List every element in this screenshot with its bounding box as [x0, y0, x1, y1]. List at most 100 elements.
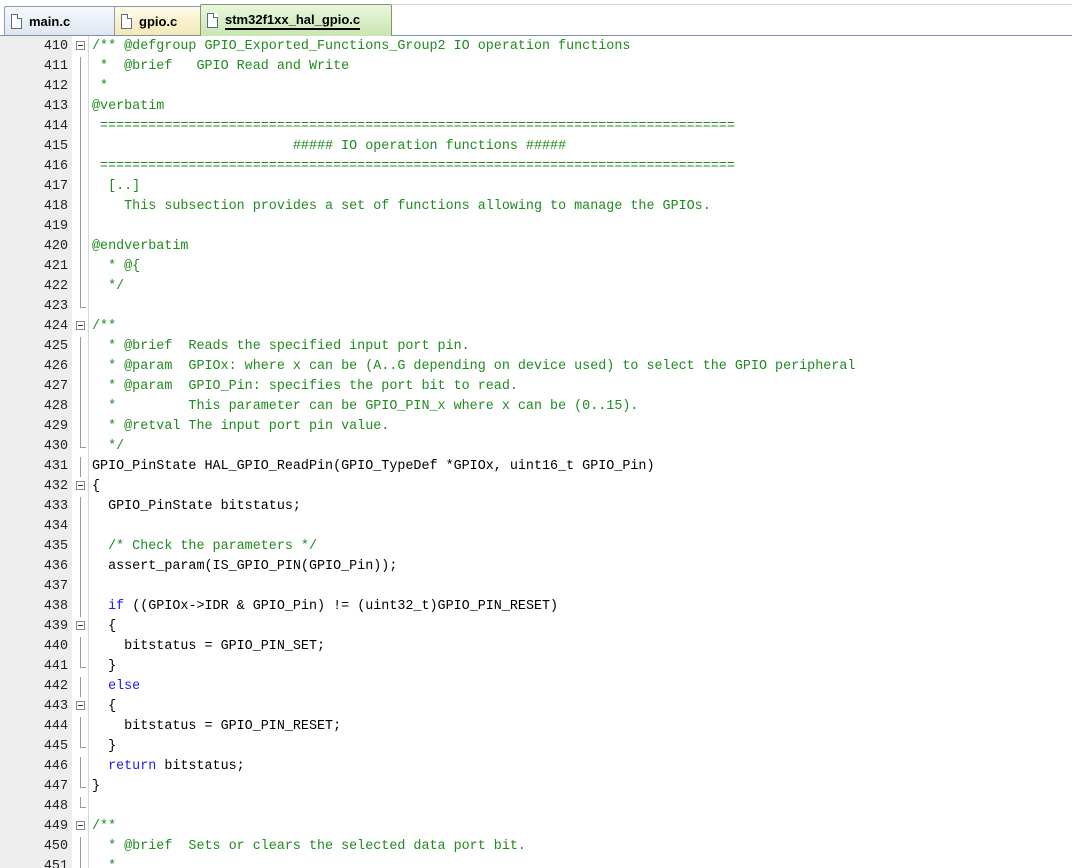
code-line[interactable]: 429 * @retval The input port pin value. — [0, 417, 1072, 437]
code-line[interactable]: 438 if ((GPIOx->IDR & GPIO_Pin) != (uint… — [0, 597, 1072, 617]
line-number: 420 — [43, 239, 68, 254]
code-text: * — [92, 79, 109, 94]
code-line[interactable]: 442 else — [0, 677, 1072, 697]
fold-toggle-icon[interactable] — [76, 821, 85, 830]
fold-guide — [80, 777, 81, 787]
code-line[interactable]: 426 * @param GPIOx: where x can be (A..G… — [0, 357, 1072, 377]
code-line[interactable]: 414 ====================================… — [0, 117, 1072, 137]
code-line[interactable]: 451 * — [0, 857, 1072, 868]
code-line[interactable]: 427 * @param GPIO_Pin: specifies the por… — [0, 377, 1072, 397]
code-text: ##### IO operation functions ##### — [92, 139, 567, 154]
code-line[interactable]: 418 This subsection provides a set of fu… — [0, 197, 1072, 217]
fold-end-marker — [80, 447, 86, 448]
code-line[interactable]: 446 return bitstatus; — [0, 757, 1072, 777]
code-line[interactable]: 434 — [0, 517, 1072, 537]
code-line[interactable]: 416 ====================================… — [0, 157, 1072, 177]
fold-toggle-icon[interactable] — [76, 41, 85, 50]
code-line[interactable]: 420 @endverbatim — [0, 237, 1072, 257]
fold-guide — [80, 457, 81, 477]
line-number: 418 — [43, 199, 68, 214]
editor-tab-bar: main.c gpio.c stm32f1xx_hal_gpio.c — [0, 0, 1072, 36]
fold-guide — [80, 577, 81, 597]
code-line[interactable]: 448 — [0, 797, 1072, 817]
line-number: 427 — [43, 379, 68, 394]
code-line[interactable]: 436 assert_param(IS_GPIO_PIN(GPIO_Pin)); — [0, 557, 1072, 577]
code-token: bitstatus; — [156, 759, 245, 774]
fold-toggle-icon[interactable] — [76, 621, 85, 630]
code-text: * @param GPIO_Pin: specifies the port bi… — [92, 379, 518, 394]
code-line[interactable]: 425 * @brief Reads the specified input p… — [0, 337, 1072, 357]
fold-guide — [80, 437, 81, 447]
fold-guide — [80, 377, 81, 397]
fold-guide — [80, 57, 81, 77]
code-line[interactable]: 417 [..] — [0, 177, 1072, 197]
code-line[interactable]: 447} — [0, 777, 1072, 797]
code-line[interactable]: 415 ##### IO operation functions ##### — [0, 137, 1072, 157]
line-number: 435 — [43, 539, 68, 554]
fold-guide — [80, 597, 81, 617]
code-line[interactable]: 432 { — [0, 477, 1072, 497]
code-line[interactable]: 443 { — [0, 697, 1072, 717]
tab-gpio-c[interactable]: gpio.c — [114, 6, 204, 35]
fold-guide — [80, 677, 81, 697]
code-text: This subsection provides a set of functi… — [92, 199, 711, 214]
code-line[interactable]: 411 * @brief GPIO Read and Write — [0, 57, 1072, 77]
line-number: 429 — [43, 419, 68, 434]
fold-toggle-icon[interactable] — [76, 321, 85, 330]
line-number: 423 — [43, 299, 68, 314]
code-line[interactable]: 431 GPIO_PinState HAL_GPIO_ReadPin(GPIO_T… — [0, 457, 1072, 477]
code-text: */ — [92, 279, 125, 294]
fold-guide — [80, 537, 81, 557]
code-editor[interactable]: 410 /** @defgroup GPIO_Exported_Functions… — [0, 36, 1072, 868]
code-line[interactable]: 428 * This parameter can be GPIO_PIN_x w… — [0, 397, 1072, 417]
code-line[interactable]: 450 * @brief Sets or clears the selected… — [0, 837, 1072, 857]
code-text: assert_param(IS_GPIO_PIN(GPIO_Pin)); — [92, 559, 398, 574]
fold-guide — [80, 237, 81, 257]
code-text: if ((GPIOx->IDR & GPIO_Pin) != (uint32_t… — [92, 597, 558, 617]
code-line[interactable]: 413 @verbatim — [0, 97, 1072, 117]
line-number: 421 — [43, 259, 68, 274]
code-line[interactable]: 421 * @{ — [0, 257, 1072, 277]
code-line[interactable]: 424 /** — [0, 317, 1072, 337]
code-line[interactable]: 435 /* Check the parameters */ — [0, 537, 1072, 557]
code-token: ((GPIOx->IDR & GPIO_Pin) != (uint32_t)GP… — [124, 599, 559, 614]
line-number: 442 — [43, 679, 68, 694]
code-line[interactable]: 422 */ — [0, 277, 1072, 297]
code-line[interactable]: 445 } — [0, 737, 1072, 757]
code-line[interactable]: 444 bitstatus = GPIO_PIN_RESET; — [0, 717, 1072, 737]
line-number: 419 — [43, 219, 68, 234]
code-line[interactable]: 439 { — [0, 617, 1072, 637]
line-number: 410 — [43, 39, 68, 54]
code-text: * @brief Sets or clears the selected dat… — [92, 839, 526, 854]
code-line[interactable]: 441 } — [0, 657, 1072, 677]
code-line[interactable]: 430 */ — [0, 437, 1072, 457]
code-line[interactable]: 410 /** @defgroup GPIO_Exported_Functions… — [0, 37, 1072, 57]
code-text: * This parameter can be GPIO_PIN_x where… — [92, 399, 639, 414]
code-line[interactable]: 419 — [0, 217, 1072, 237]
line-number: 437 — [43, 579, 68, 594]
line-number: 440 — [43, 639, 68, 654]
tab-main-c[interactable]: main.c — [4, 6, 118, 35]
fold-guide — [80, 337, 81, 357]
tab-stm32f1xx-hal-gpio-c[interactable]: stm32f1xx_hal_gpio.c — [200, 4, 392, 36]
code-line[interactable]: 449 /** — [0, 817, 1072, 837]
file-icon — [121, 13, 132, 29]
fold-guide — [80, 657, 81, 667]
code-text: * @{ — [92, 259, 141, 274]
file-icon — [11, 13, 22, 29]
code-line[interactable]: 423 — [0, 297, 1072, 317]
line-number: 431 — [43, 459, 68, 474]
line-number: 438 — [43, 599, 68, 614]
fold-guide — [80, 357, 81, 377]
code-text: { — [92, 619, 117, 634]
tab-label: gpio.c — [139, 13, 178, 29]
fold-toggle-icon[interactable] — [76, 481, 85, 490]
code-line[interactable]: 412 * — [0, 77, 1072, 97]
fold-toggle-icon[interactable] — [76, 701, 85, 710]
code-line[interactable]: 440 bitstatus = GPIO_PIN_SET; — [0, 637, 1072, 657]
fold-guide — [80, 177, 81, 197]
code-line[interactable]: 433 GPIO_PinState bitstatus; — [0, 497, 1072, 517]
code-line[interactable]: 437 — [0, 577, 1072, 597]
fold-guide — [80, 417, 81, 437]
code-text: */ — [92, 439, 125, 454]
